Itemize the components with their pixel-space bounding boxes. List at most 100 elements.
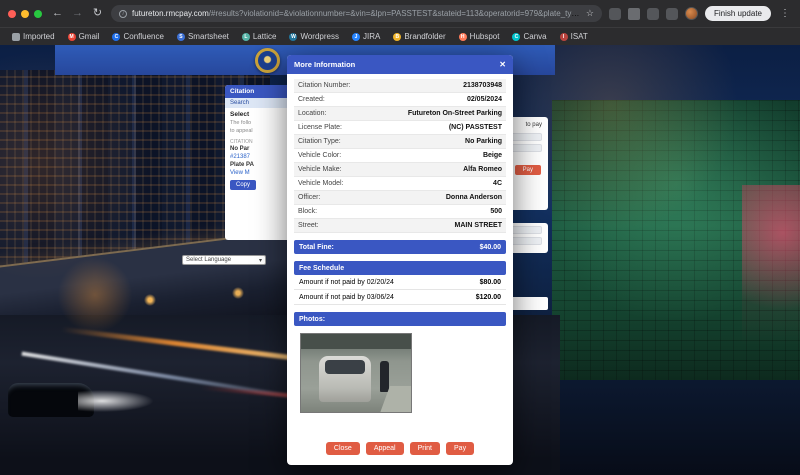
citation-photo[interactable] bbox=[300, 333, 412, 413]
url-text: futureton.rmcpay.com/#results?violationi… bbox=[132, 9, 581, 18]
bookmark-label: Smartsheet bbox=[188, 32, 229, 41]
fee-schedule-bar: Fee Schedule bbox=[294, 261, 506, 275]
row-label: Vehicle Model: bbox=[298, 180, 344, 187]
address-bar[interactable]: i futureton.rmcpay.com/#results?violatio… bbox=[111, 5, 602, 22]
hubspot-icon: H bbox=[459, 33, 467, 41]
row-label: License Plate: bbox=[298, 124, 342, 131]
close-window-button[interactable] bbox=[8, 10, 16, 18]
bookmark-hubspot[interactable]: HHubspot bbox=[459, 32, 500, 41]
fee-label: Amount if not paid by 02/20/24 bbox=[299, 279, 394, 286]
more-information-modal: More Information ✕ Citation Number:21387… bbox=[287, 55, 513, 465]
photo-car-windshield bbox=[325, 360, 365, 374]
language-select-value: Select Language bbox=[186, 257, 231, 263]
pay-button[interactable]: Pay bbox=[446, 442, 474, 455]
site-info-icon[interactable]: i bbox=[119, 10, 127, 18]
row-value: 4C bbox=[493, 180, 502, 187]
extension-icon-2[interactable] bbox=[666, 8, 678, 20]
wordpress-icon: W bbox=[289, 33, 297, 41]
row-value: No Parking bbox=[465, 138, 502, 145]
photo-curb bbox=[369, 386, 411, 412]
copy-button[interactable]: Copy bbox=[230, 180, 256, 190]
row-value: Futureton On-Street Parking bbox=[408, 110, 502, 117]
bookmark-star-icon[interactable]: ☆ bbox=[586, 8, 594, 19]
side-panel-icon[interactable] bbox=[609, 8, 621, 20]
row-value: Alfa Romeo bbox=[463, 166, 502, 173]
row-label: Vehicle Color: bbox=[298, 152, 341, 159]
row-label: Block: bbox=[298, 208, 317, 215]
bookmark-confluence[interactable]: CConfluence bbox=[112, 32, 163, 41]
chevron-down-icon: ▾ bbox=[259, 257, 262, 264]
bookmark-jira[interactable]: JJIRA bbox=[352, 32, 380, 41]
info-row-vehicle-make: Vehicle Make: Alfa Romeo bbox=[294, 163, 506, 177]
row-label: Citation Number: bbox=[298, 82, 351, 89]
modal-header: More Information ✕ bbox=[287, 55, 513, 74]
back-icon[interactable]: ← bbox=[51, 0, 64, 27]
bookmark-label: Lattice bbox=[253, 32, 277, 41]
bookmark-label: Hubspot bbox=[470, 32, 500, 41]
gmail-icon: M bbox=[68, 33, 76, 41]
total-fine-value: $40.00 bbox=[480, 244, 501, 251]
brandfolder-icon: B bbox=[393, 33, 401, 41]
row-value: (NC) PASSTEST bbox=[449, 124, 502, 131]
photos-bar: Photos: bbox=[294, 312, 506, 326]
bookmark-gmail[interactable]: MGmail bbox=[68, 32, 100, 41]
canva-icon: C bbox=[512, 33, 520, 41]
bookmark-canva[interactable]: CCanva bbox=[512, 32, 546, 41]
jira-icon: J bbox=[352, 33, 360, 41]
site-logo bbox=[255, 48, 280, 73]
smartsheet-icon: S bbox=[177, 33, 185, 41]
bookmark-label: Confluence bbox=[123, 32, 163, 41]
minimize-window-button[interactable] bbox=[21, 10, 29, 18]
window-controls bbox=[8, 10, 42, 18]
bookmark-isat[interactable]: IISAT bbox=[560, 32, 588, 41]
pay-button-sidebar[interactable]: Pay bbox=[515, 165, 541, 175]
row-value: Beige bbox=[483, 152, 502, 159]
photos-section bbox=[294, 329, 506, 413]
bookmark-label: Canva bbox=[523, 32, 546, 41]
bookmark-imported[interactable]: Imported bbox=[12, 32, 55, 41]
close-icon[interactable]: ✕ bbox=[499, 61, 506, 69]
isat-icon: I bbox=[560, 33, 568, 41]
profile-avatar[interactable] bbox=[685, 7, 698, 20]
bookmark-label: JIRA bbox=[363, 32, 380, 41]
page-viewport: Citation Search Select The follo to appe… bbox=[0, 45, 800, 475]
info-row-license-plate: License Plate: (NC) PASSTEST bbox=[294, 121, 506, 135]
language-select[interactable]: Select Language ▾ bbox=[182, 255, 266, 265]
browser-menu-icon[interactable]: ⋮ bbox=[778, 8, 792, 19]
fee-schedule-label: Fee Schedule bbox=[299, 265, 344, 272]
bookmark-label: Gmail bbox=[79, 32, 100, 41]
modal-body: Citation Number:2138703948 Created:02/05… bbox=[287, 74, 513, 465]
fee-label: Amount if not paid by 03/06/24 bbox=[299, 294, 394, 301]
bookmark-label: ISAT bbox=[571, 32, 588, 41]
folder-icon bbox=[12, 33, 20, 41]
confluence-icon: C bbox=[112, 33, 120, 41]
bookmark-smartsheet[interactable]: SSmartsheet bbox=[177, 32, 229, 41]
forward-icon[interactable]: → bbox=[71, 0, 84, 27]
info-row-officer: Officer:Donna Anderson bbox=[294, 191, 506, 205]
bookmark-label: Wordpress bbox=[300, 32, 339, 41]
total-fine-label: Total Fine: bbox=[299, 244, 334, 251]
row-value: MAIN STREET bbox=[455, 222, 502, 229]
extension-icon[interactable] bbox=[647, 8, 659, 20]
reload-icon[interactable]: ↻ bbox=[91, 0, 104, 27]
appeal-button[interactable]: Appeal bbox=[366, 442, 404, 455]
info-row-citation-number: Citation Number:2138703948 bbox=[294, 79, 506, 93]
bookmark-lattice[interactable]: LLattice bbox=[242, 32, 277, 41]
row-label: Vehicle Make: bbox=[298, 166, 342, 173]
info-row-vehicle-model: Vehicle Model: 4C bbox=[294, 177, 506, 191]
bookmark-wordpress[interactable]: WWordpress bbox=[289, 32, 339, 41]
finish-update-button[interactable]: Finish update bbox=[705, 6, 771, 21]
bookmark-brandfolder[interactable]: BBrandfolder bbox=[393, 32, 445, 41]
fee-value: $80.00 bbox=[480, 279, 501, 286]
print-button[interactable]: Print bbox=[410, 442, 440, 455]
close-button[interactable]: Close bbox=[326, 442, 360, 455]
zoom-window-button[interactable] bbox=[34, 10, 42, 18]
row-value: Donna Anderson bbox=[446, 194, 502, 201]
fee-row-2: Amount if not paid by 03/06/24 $120.00 bbox=[294, 290, 506, 305]
info-row-location: Location:Futureton On-Street Parking bbox=[294, 107, 506, 121]
fee-row-1: Amount if not paid by 02/20/24 $80.00 bbox=[294, 275, 506, 290]
extensions-puzzle-icon[interactable] bbox=[628, 8, 640, 20]
photo-street-background bbox=[301, 334, 411, 349]
citation-info-rows: Citation Number:2138703948 Created:02/05… bbox=[294, 79, 506, 233]
modal-footer: Close Appeal Print Pay bbox=[294, 434, 506, 465]
